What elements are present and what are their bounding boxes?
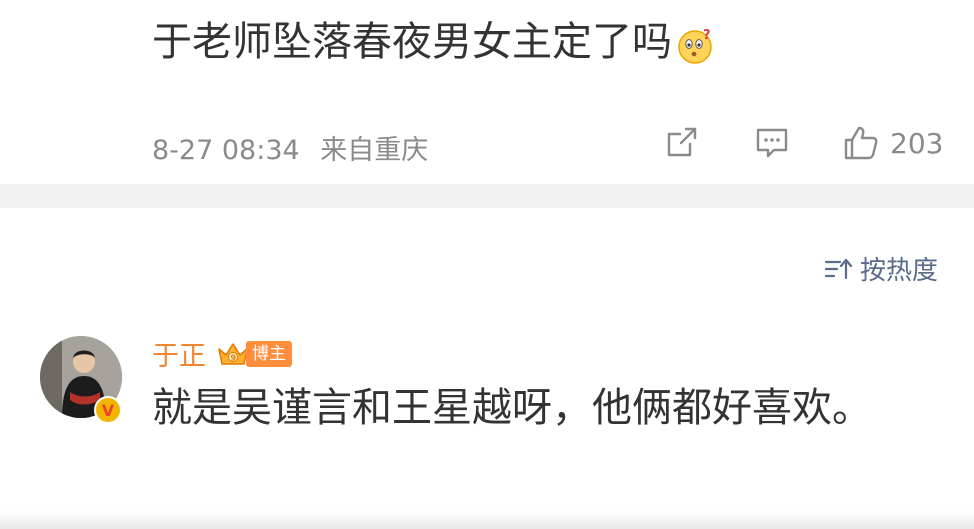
thumbs-up-icon <box>844 126 878 160</box>
comment-icon <box>756 128 788 158</box>
blogger-badge-label: 博主 <box>246 340 292 367</box>
svg-text:?: ? <box>703 28 711 43</box>
sort-icon <box>824 258 853 279</box>
comment-header: 于正 9 博主 <box>152 334 292 373</box>
bottom-fade <box>0 510 974 529</box>
post-content: 于老师坠落春夜男女主定了吗 ? <box>152 14 714 70</box>
share-icon <box>667 127 697 157</box>
sort-by-heat-button[interactable]: 按热度 <box>824 250 938 287</box>
blogger-badge: 9 博主 <box>216 339 292 369</box>
comment-text: 就是吴谨言和王星越呀，他俩都好喜欢。 <box>152 385 872 431</box>
section-divider <box>0 184 974 208</box>
comment-button[interactable] <box>754 124 790 160</box>
like-count: 203 <box>890 126 944 160</box>
post-date: 8-27 08:34 <box>152 135 300 166</box>
post-text: 于老师坠落春夜男女主定了吗 <box>152 19 672 65</box>
verified-badge-icon: V <box>94 396 122 424</box>
post-source: 来自重庆 <box>320 135 429 166</box>
thinking-face-emoji-icon: ? <box>676 23 714 64</box>
share-button[interactable] <box>664 124 700 160</box>
crown-icon: 9 <box>218 342 248 365</box>
sort-label: 按热度 <box>859 256 938 286</box>
comment-username[interactable]: 于正 <box>152 334 206 373</box>
post-meta: 8-27 08:34 来自重庆 <box>152 128 428 167</box>
svg-text:9: 9 <box>231 353 237 362</box>
like-button[interactable]: 203 <box>842 124 943 162</box>
post-meta-row: 8-27 08:34 来自重庆 203 <box>152 120 946 170</box>
